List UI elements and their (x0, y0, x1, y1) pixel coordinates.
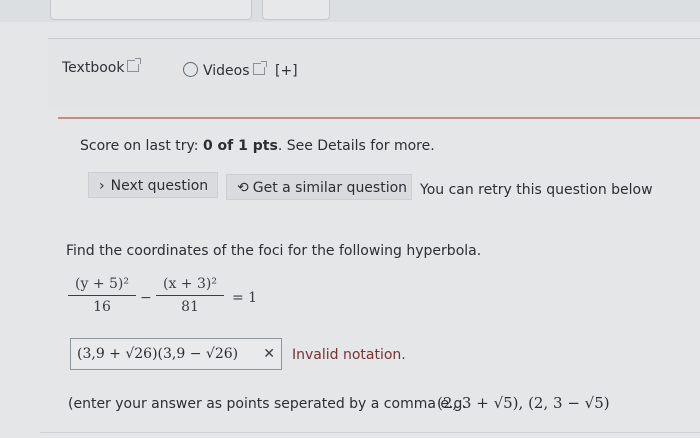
score-value: 0 of 1 pts (202, 138, 278, 154)
denominator-x: 81 (181, 299, 199, 315)
score-summary: Score on last try: 0 of 1 pts. See Detai… (80, 138, 435, 154)
videos-expand-toggle[interactable]: [+] (275, 63, 298, 79)
numerator-y: (y + 5)² (75, 276, 129, 292)
top-nav-button[interactable] (262, 0, 330, 20)
denominator-y: 16 (93, 299, 111, 315)
minus-sign: − (140, 290, 152, 306)
answer-input[interactable]: (3,9 + √26)(3,9 − √26) ✕ (70, 338, 282, 370)
similar-question-label: Get a similar question (252, 180, 408, 196)
external-link-icon (127, 58, 142, 72)
next-question-label: Next question (110, 178, 209, 194)
retry-message: You can retry this question below (420, 182, 653, 198)
score-prefix: Score on last try: (80, 138, 203, 154)
question-tab-button[interactable] (50, 0, 252, 20)
bottom-divider (40, 432, 700, 433)
refresh-icon: ⟲ (237, 180, 249, 196)
answer-format-hint: (enter your answer as points seperated b… (68, 396, 467, 412)
section-divider (58, 117, 700, 119)
answer-format-example: (2, 3 + √5), (2, 3 − √5) (437, 394, 610, 412)
fraction-y-term: (y + 5)² 16 (68, 276, 136, 315)
numerator-x: (x + 3)² (163, 276, 217, 292)
validation-message: Invalid notation. (292, 347, 406, 363)
hyperbola-equation: (y + 5)² 16 − (x + 3)² 81 = 1 (66, 276, 286, 326)
videos-link-label: Videos (203, 63, 250, 79)
x-mark-icon: ✕ (263, 346, 275, 362)
question-prompt: Find the coordinates of the foci for the… (66, 243, 482, 259)
fraction-bar (68, 295, 136, 296)
external-link-icon (252, 61, 267, 75)
videos-link[interactable]: Videos [+] (183, 61, 298, 79)
equation-rhs: = 1 (232, 290, 258, 306)
score-suffix: . See Details for more. (277, 138, 435, 154)
answer-value: (3,9 + √26)(3,9 − √26) (77, 346, 239, 362)
chevron-right-icon: › (99, 178, 105, 194)
video-icon (183, 62, 198, 77)
resource-links-bar (48, 38, 700, 109)
textbook-link[interactable]: Textbook (62, 58, 142, 76)
fraction-bar (156, 295, 224, 296)
similar-question-button[interactable]: ⟲ Get a similar question (226, 174, 412, 200)
next-question-button[interactable]: › Next question (88, 172, 218, 198)
fraction-x-term: (x + 3)² 81 (156, 276, 224, 315)
textbook-link-label: Textbook (62, 60, 125, 76)
